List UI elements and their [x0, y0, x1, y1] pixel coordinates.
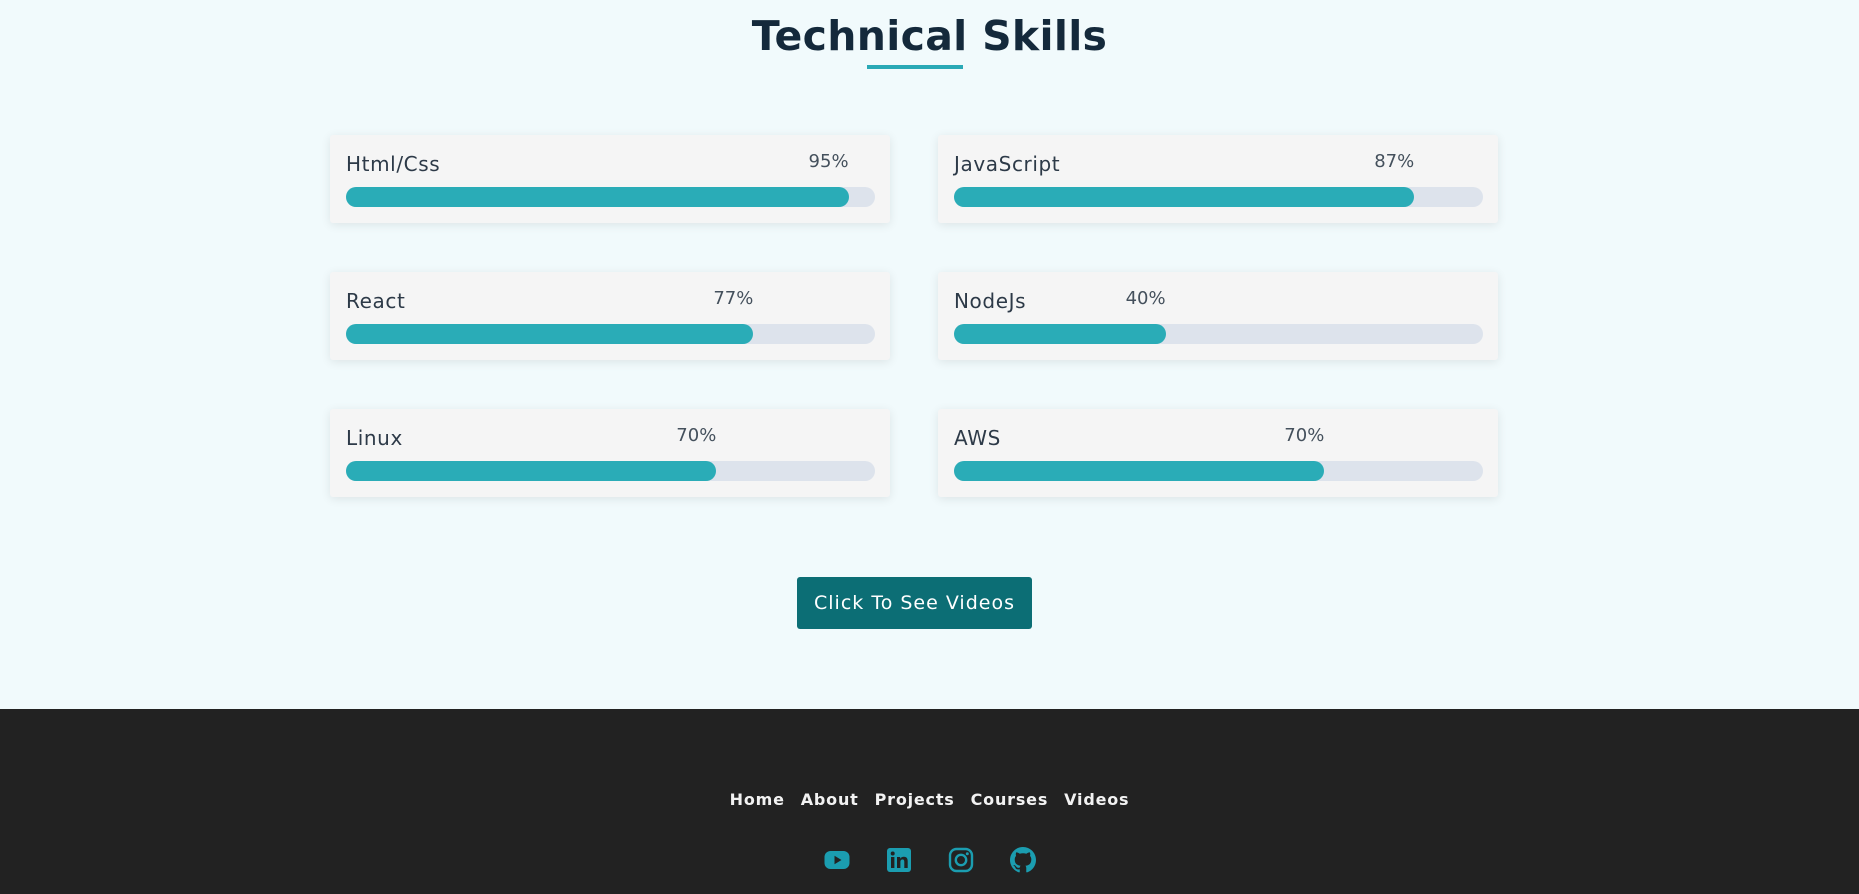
skill-percent: 40% [1125, 288, 1166, 309]
skill-name: Linux [346, 426, 403, 450]
skill-name: AWS [954, 426, 1001, 450]
footer-link-courses[interactable]: Courses [971, 790, 1049, 809]
instagram-icon[interactable] [948, 847, 974, 873]
progress-track [346, 187, 875, 207]
skill-card-react: React 77% [330, 272, 890, 360]
see-videos-button[interactable]: Click To See Videos [797, 577, 1032, 629]
progress-track [346, 461, 875, 481]
footer-link-videos[interactable]: Videos [1064, 790, 1129, 809]
progress-fill [954, 187, 1415, 207]
footer-link-projects[interactable]: Projects [875, 790, 955, 809]
skill-card-linux: Linux 70% [330, 409, 890, 497]
progress-track [954, 187, 1483, 207]
footer-link-about[interactable]: About [801, 790, 859, 809]
progress-fill [346, 461, 717, 481]
skill-card-aws: AWS 70% [938, 409, 1498, 497]
youtube-icon[interactable] [824, 847, 850, 873]
skills-page: Technical Skills Html/Css 95% JavaScript… [0, 0, 1859, 894]
progress-track [954, 324, 1483, 344]
progress-fill [954, 324, 1166, 344]
skill-percent: 95% [808, 151, 849, 172]
skill-percent: 77% [713, 288, 754, 309]
skill-name: NodeJs [954, 289, 1027, 313]
skill-card-html-css: Html/Css 95% [330, 135, 890, 223]
footer-link-home[interactable]: Home [730, 790, 785, 809]
skill-card-nodejs: NodeJs 40% [938, 272, 1498, 360]
github-icon[interactable] [1009, 847, 1036, 873]
footer-nav: Home About Projects Courses Videos [0, 790, 1859, 809]
social-links [0, 847, 1859, 873]
linkedin-icon[interactable] [886, 847, 912, 873]
skill-name: JavaScript [954, 152, 1061, 176]
footer: Home About Projects Courses Videos [0, 709, 1859, 894]
skill-card-javascript: JavaScript 87% [938, 135, 1498, 223]
section-title: Technical Skills [751, 12, 1108, 60]
skills-grid: Html/Css 95% JavaScript 87% React 77% No… [330, 135, 1500, 497]
progress-track [954, 461, 1483, 481]
skill-name: React [346, 289, 406, 313]
progress-fill [346, 187, 849, 207]
progress-fill [954, 461, 1325, 481]
title-underline [867, 65, 963, 69]
progress-fill [346, 324, 754, 344]
skill-percent: 87% [1374, 151, 1415, 172]
skill-percent: 70% [676, 425, 717, 446]
skill-percent: 70% [1284, 425, 1325, 446]
skill-name: Html/Css [346, 152, 441, 176]
progress-track [346, 324, 875, 344]
